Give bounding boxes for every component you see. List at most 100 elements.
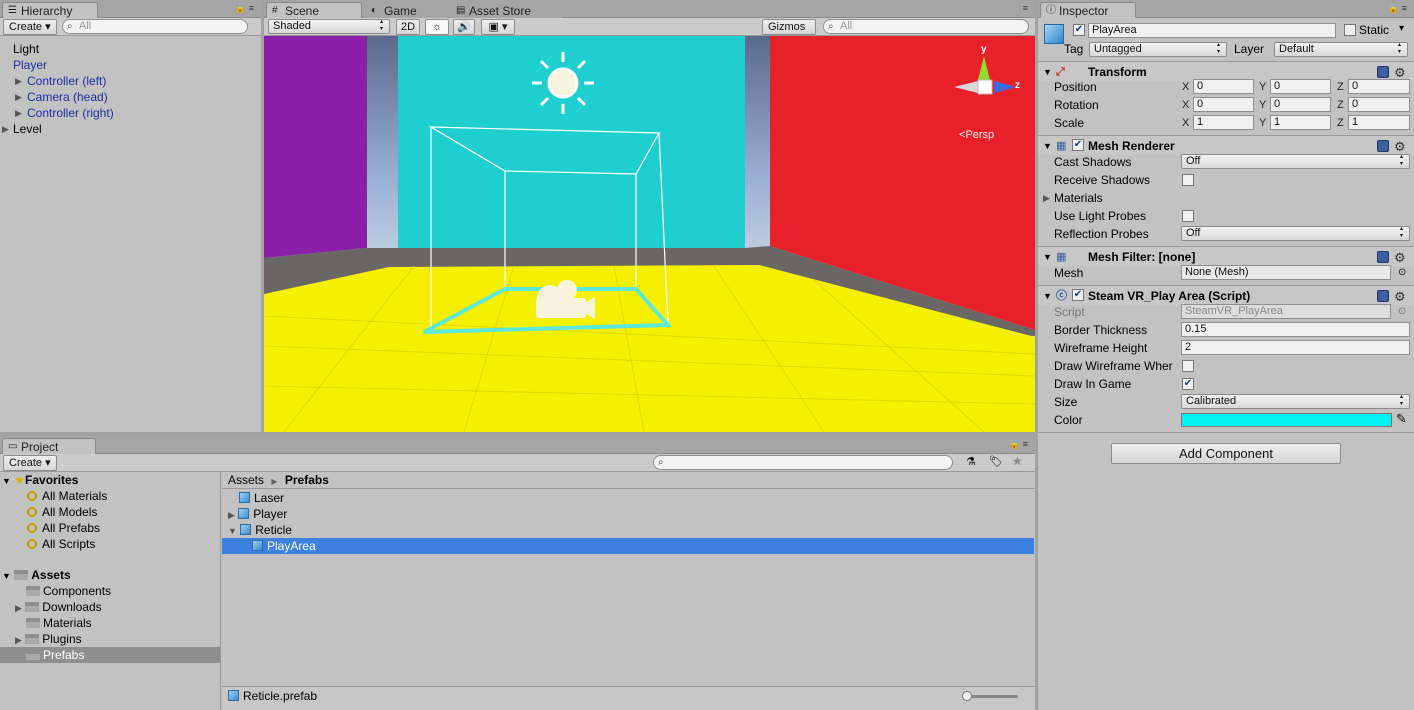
tab-hierarchy[interactable]: ☰ Hierarchy (2, 2, 98, 18)
project-search-input[interactable]: ⌕ (653, 455, 953, 470)
favorite-all-materials[interactable]: All Materials (27, 488, 107, 504)
icon-size-slider-handle[interactable] (962, 691, 972, 701)
tab-asset-store[interactable]: ▤ Asset Store (450, 2, 562, 18)
scene-viewport[interactable]: y z <Persp (264, 36, 1035, 432)
hierarchy-create-button[interactable]: Create ▾ (3, 19, 57, 35)
draw-wireframe-checkbox[interactable] (1182, 360, 1194, 372)
play-area-enabled-checkbox[interactable]: ✔ (1072, 289, 1084, 301)
favorite-all-models[interactable]: All Models (27, 504, 97, 520)
hierarchy-item-camera-head[interactable]: ▶ Camera (head) (15, 89, 261, 105)
foldout-arrow-icon[interactable]: ▼ (2, 571, 11, 581)
expand-arrow-icon[interactable]: ▶ (15, 73, 22, 89)
foldout-arrow-icon[interactable]: ▶ (1043, 189, 1050, 207)
static-dropdown-icon[interactable]: ▾ (1399, 23, 1404, 34)
scene-search-input[interactable]: ⌕ All (823, 19, 1029, 34)
play-area-header[interactable]: ▼ ⓒ ✔ Steam VR_Play Area (Script) ⚙ (1038, 285, 1414, 305)
folder-components[interactable]: Components (26, 583, 111, 599)
receive-shadows-checkbox[interactable] (1182, 174, 1194, 186)
file-playarea[interactable]: PlayArea (222, 538, 1034, 554)
materials-row[interactable]: ▶ Materials (1038, 189, 1414, 207)
file-reticle[interactable]: ▼ Reticle (228, 522, 292, 538)
file-laser[interactable]: Laser (239, 490, 284, 506)
color-swatch[interactable] (1181, 413, 1392, 427)
assets-header[interactable]: ▼ Assets (2, 567, 71, 583)
lock-icon[interactable]: 🔒≡ (1009, 439, 1031, 450)
favorite-all-prefabs[interactable]: All Prefabs (27, 520, 100, 536)
image-effects-icon[interactable]: ▣ ▾ (481, 19, 515, 35)
tab-scene[interactable]: # Scene (266, 2, 362, 18)
filter-by-label-icon[interactable]: 🏷 (989, 455, 1003, 468)
position-x-field[interactable]: 0 (1193, 79, 1254, 94)
border-thickness-field[interactable]: 0.15 (1181, 322, 1410, 337)
rotation-y-field[interactable]: 0 (1270, 97, 1331, 112)
folder-plugins[interactable]: ▶ Plugins (15, 631, 82, 647)
layer-dropdown[interactable]: Default (1274, 42, 1408, 57)
help-icon[interactable] (1377, 140, 1389, 152)
toggle-2d-button[interactable]: 2D (396, 19, 420, 35)
folder-downloads[interactable]: ▶ Downloads (15, 599, 102, 615)
add-component-button[interactable]: Add Component (1111, 443, 1341, 464)
foldout-arrow-icon[interactable]: ▼ (2, 476, 11, 486)
project-create-button[interactable]: Create ▾ (3, 455, 57, 471)
foldout-arrow-icon[interactable]: ▶ (15, 603, 22, 613)
foldout-arrow-icon[interactable]: ▼ (228, 526, 237, 536)
icon-size-slider[interactable] (964, 695, 1018, 698)
rotation-x-field[interactable]: 0 (1193, 97, 1254, 112)
scale-z-field[interactable]: 1 (1348, 115, 1410, 130)
gizmos-dropdown[interactable]: Gizmos ▾ (762, 19, 816, 48)
foldout-arrow-icon[interactable]: ▶ (228, 510, 235, 520)
rotation-z-field[interactable]: 0 (1348, 97, 1410, 112)
expand-arrow-icon[interactable]: ▶ (15, 89, 22, 105)
cast-shadows-dropdown[interactable]: Off (1181, 154, 1410, 169)
static-checkbox[interactable] (1344, 24, 1356, 36)
hierarchy-item-level[interactable]: ▶ Level (2, 121, 261, 137)
tab-game[interactable]: ◐ Game (365, 2, 447, 18)
help-icon[interactable] (1377, 290, 1389, 302)
tab-inspector[interactable]: ⓘ Inspector (1040, 2, 1136, 18)
file-player[interactable]: ▶ Player (228, 506, 287, 522)
favorites-header[interactable]: ▼ ★Favorites (2, 472, 78, 488)
favorite-all-scripts[interactable]: All Scripts (27, 536, 95, 552)
favorite-star-icon[interactable]: ★ (1012, 454, 1023, 468)
folder-materials[interactable]: Materials (26, 615, 92, 631)
mesh-object-field[interactable]: None (Mesh) (1181, 265, 1391, 280)
filter-by-type-icon[interactable]: ⚗ (966, 455, 976, 468)
help-icon[interactable] (1377, 251, 1389, 263)
sun-icon[interactable]: ☼ (425, 19, 449, 35)
hierarchy-item-controller-left[interactable]: ▶ Controller (left) (15, 73, 261, 89)
position-z-field[interactable]: 0 (1348, 79, 1410, 94)
draw-in-game-checkbox[interactable]: ✔ (1182, 378, 1194, 390)
menu-icon[interactable]: ≡ (1023, 3, 1031, 13)
object-picker-icon[interactable]: ⊙ (1398, 264, 1406, 282)
object-name-field[interactable]: PlayArea (1088, 23, 1336, 38)
wireframe-height-field[interactable]: 2 (1181, 340, 1410, 355)
hierarchy-item-light[interactable]: Light (13, 41, 261, 57)
mesh-renderer-header[interactable]: ▼ ▦ ✔ Mesh Renderer ⚙ (1038, 135, 1414, 155)
tab-project[interactable]: ▭ Project (2, 438, 96, 454)
eyedropper-icon[interactable]: ✎ (1396, 410, 1407, 428)
expand-arrow-icon[interactable]: ▶ (15, 105, 22, 121)
folder-prefabs[interactable]: Prefabs (0, 647, 220, 663)
breadcrumb-assets[interactable]: Assets (228, 473, 264, 487)
scale-x-field[interactable]: 1 (1193, 115, 1254, 130)
position-y-field[interactable]: 0 (1270, 79, 1331, 94)
hierarchy-search-input[interactable]: ⌕ All (62, 19, 248, 34)
reflection-probes-dropdown[interactable]: Off (1181, 226, 1410, 241)
audio-icon[interactable]: 🔊 (453, 19, 475, 35)
tag-dropdown[interactable]: Untagged (1089, 42, 1227, 57)
help-icon[interactable] (1377, 66, 1389, 78)
lock-icon[interactable]: 🔒≡ (235, 3, 257, 14)
breadcrumb-prefabs[interactable]: Prefabs (285, 473, 329, 487)
persp-label[interactable]: <Persp (959, 129, 994, 141)
mesh-filter-header[interactable]: ▼ ▦ Mesh Filter: [none] ⚙ (1038, 246, 1414, 266)
lock-icon[interactable]: 🔒≡ (1388, 3, 1410, 14)
shading-dropdown[interactable]: Shaded (268, 19, 390, 34)
mesh-renderer-enabled-checkbox[interactable]: ✔ (1072, 139, 1084, 151)
hierarchy-item-controller-right[interactable]: ▶ Controller (right) (15, 105, 261, 121)
scale-y-field[interactable]: 1 (1270, 115, 1331, 130)
active-checkbox[interactable]: ✔ (1073, 24, 1085, 36)
foldout-arrow-icon[interactable]: ▶ (15, 635, 22, 645)
hierarchy-item-player[interactable]: Player (13, 57, 261, 73)
light-probes-checkbox[interactable] (1182, 210, 1194, 222)
expand-arrow-icon[interactable]: ▶ (2, 121, 9, 137)
